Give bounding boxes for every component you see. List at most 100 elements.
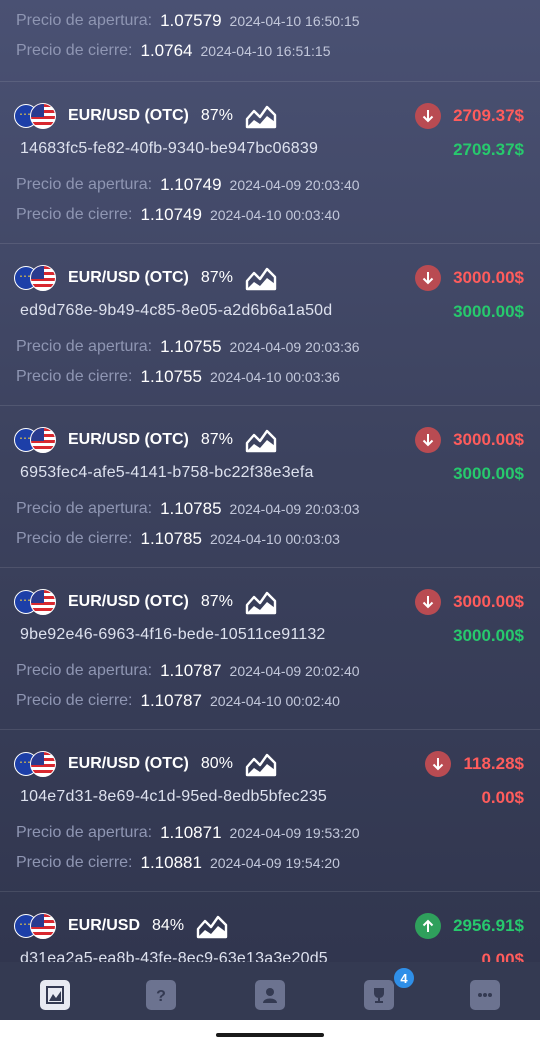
close-price-value: 1.10749 — [140, 205, 202, 224]
close-price-row: Precio de cierre: 1.10787 2024-04-10 00:… — [16, 688, 524, 714]
close-price-label: Precio de cierre: — [16, 206, 133, 223]
open-price-value: 1.07579 — [160, 11, 222, 30]
open-price-label: Precio de apertura: — [16, 500, 153, 517]
open-time: 2024-04-09 20:03:40 — [229, 177, 360, 193]
open-time: 2024-04-09 20:03:36 — [229, 339, 360, 355]
home-indicator[interactable] — [216, 1033, 324, 1037]
nav-tournaments-button[interactable] — [364, 980, 394, 1010]
close-price-row: Precio de cierre: 1.10749 2024-04-10 00:… — [16, 202, 524, 228]
trade-item[interactable]: EUR/USD (OTC) 87% 3000.00$ 6953fec4-afe5… — [0, 406, 540, 568]
close-price-row: Precio de cierre: 1.10755 2024-04-10 00:… — [16, 364, 524, 390]
trade-item[interactable]: EUR/USD (OTC) 80% 118.28$ 104e7d31-8e69-… — [0, 730, 540, 892]
close-price-label: Precio de cierre: — [16, 854, 133, 871]
payout-percent: 87% — [200, 593, 233, 610]
close-price-value: 1.10755 — [140, 367, 202, 386]
open-price-row: Precio de apertura: 1.10785 2024-04-09 2… — [16, 496, 524, 522]
trade-payout: 3000.00$ — [453, 302, 524, 321]
asset-pair: EUR/USD (OTC) — [68, 269, 189, 286]
trade-id: 104e7d31-8e69-4c1d-95ed-8edb5bfec235 — [20, 788, 328, 805]
us-flag-icon — [30, 265, 56, 291]
trade-item[interactable]: EUR/USD 84% 2956.91$ d31ea2a5-ea8b-43fe-… — [0, 892, 540, 962]
trade-id: ed9d768e-9b49-4c85-8e05-a2d6b6a1a50d — [20, 302, 333, 319]
trade-result: 2956.91$ — [415, 908, 524, 944]
trade-payout: 3000.00$ — [453, 626, 524, 645]
open-time: 2024-04-09 19:53:20 — [229, 825, 360, 841]
trade-amount: 3000.00$ — [453, 268, 524, 287]
open-price-label: Precio de apertura: — [16, 12, 153, 29]
trade-payout: 0.00$ — [481, 788, 524, 807]
close-time: 2024-04-10 00:03:40 — [209, 207, 340, 223]
arrow-down-icon — [415, 589, 442, 615]
eur-usd-flags-icon — [14, 589, 60, 615]
asset-pair: EUR/USD (OTC) — [68, 593, 189, 610]
open-price-value: 1.10749 — [160, 175, 222, 194]
svg-text:?: ? — [156, 988, 166, 1005]
help-icon: ? — [156, 988, 166, 1005]
trade-result: 118.28$ — [425, 746, 524, 782]
trade-result: 3000.00$ — [415, 584, 524, 620]
close-price-value: 1.10787 — [140, 691, 202, 710]
trade-id: 6953fec4-afe5-4141-b758-bc22f38e3efa — [20, 464, 314, 481]
close-time: 2024-04-09 19:54:20 — [209, 855, 340, 871]
open-price-row: Precio de apertura: 1.10755 2024-04-09 2… — [16, 334, 524, 360]
close-price-row: Precio de cierre: 1.10881 2024-04-09 19:… — [16, 850, 524, 876]
trade-payout: 3000.00$ — [453, 464, 524, 483]
nav-profile-button[interactable] — [255, 980, 285, 1010]
us-flag-icon — [30, 751, 56, 777]
chart-icon[interactable] — [245, 427, 277, 453]
trade-item[interactable]: EUR/USD (OTC) 87% 3000.00$ ed9d768e-9b49… — [0, 244, 540, 406]
asset-pair: EUR/USD (OTC) — [68, 107, 189, 124]
close-time: 2024-04-10 00:03:03 — [209, 531, 340, 547]
chart-icon[interactable] — [245, 265, 277, 291]
open-price-row: Precio de apertura: 1.10787 2024-04-09 2… — [16, 658, 524, 684]
chart-icon[interactable] — [245, 103, 277, 129]
open-time: 2024-04-10 16:50:15 — [229, 13, 360, 29]
chart-icon[interactable] — [245, 751, 277, 777]
trade-id: 9be92e46-6963-4f16-bede-10511ce91132 — [20, 626, 326, 643]
trade-result: 3000.00$ — [415, 422, 524, 458]
eur-usd-flags-icon — [14, 265, 60, 291]
open-price-label: Precio de apertura: — [16, 338, 153, 355]
eur-usd-flags-icon — [14, 913, 60, 939]
trade-item[interactable]: EUR/USD (OTC) 87% 2709.37$ 14683fc5-fe82… — [0, 82, 540, 244]
chart-icon[interactable] — [196, 913, 228, 939]
open-price-value: 1.10871 — [160, 823, 222, 842]
us-flag-icon — [30, 427, 56, 453]
trade-amount: 118.28$ — [463, 754, 524, 773]
trade-amount: 3000.00$ — [453, 430, 524, 449]
trade-id: d31ea2a5-ea8b-43fe-8ec9-63e13a3e20d5 — [20, 950, 328, 962]
close-price-value: 1.10785 — [140, 529, 202, 548]
eur-usd-flags-icon — [14, 751, 60, 777]
chart-icon[interactable] — [245, 589, 277, 615]
trade-item[interactable]: EUR/USD (OTC) 87% 3000.00$ 9be92e46-6963… — [0, 568, 540, 730]
user-icon — [263, 988, 277, 1003]
trade-result: 2709.37$ — [415, 98, 524, 134]
trade-summary-partial: Precio de apertura: 1.07579 2024-04-10 1… — [0, 0, 540, 82]
open-price-label: Precio de apertura: — [16, 824, 153, 841]
chart-icon — [46, 986, 64, 1004]
trade-payout: 0.00$ — [481, 950, 524, 962]
trophy-icon — [374, 988, 384, 1003]
close-time: 2024-04-10 16:51:15 — [200, 43, 331, 59]
trade-history-list[interactable]: Precio de apertura: 1.07579 2024-04-10 1… — [0, 0, 540, 962]
nav-help-button[interactable]: ? — [146, 980, 176, 1010]
arrow-down-icon — [415, 265, 442, 291]
open-price-row: Precio de apertura: 1.10749 2024-04-09 2… — [16, 172, 524, 198]
open-price-label: Precio de apertura: — [16, 176, 153, 193]
us-flag-icon — [30, 103, 56, 129]
notification-badge: 4 — [392, 966, 416, 990]
close-price-label: Precio de cierre: — [16, 692, 133, 709]
nav-chart-button[interactable] — [40, 980, 70, 1010]
asset-pair: EUR/USD (OTC) — [68, 431, 189, 448]
trade-id: 14683fc5-fe82-40fb-9340-be947bc06839 — [20, 140, 319, 157]
payout-percent: 87% — [200, 107, 233, 124]
us-flag-icon — [30, 913, 56, 939]
close-time: 2024-04-10 00:03:36 — [209, 369, 340, 385]
trade-result: 3000.00$ — [415, 260, 524, 296]
open-time: 2024-04-09 20:02:40 — [229, 663, 360, 679]
trade-amount: 2956.91$ — [453, 916, 524, 935]
asset-pair: EUR/USD (OTC) — [68, 755, 189, 772]
nav-more-button[interactable] — [470, 980, 500, 1010]
open-price-value: 1.10785 — [160, 499, 222, 518]
payout-percent: 80% — [200, 755, 233, 772]
